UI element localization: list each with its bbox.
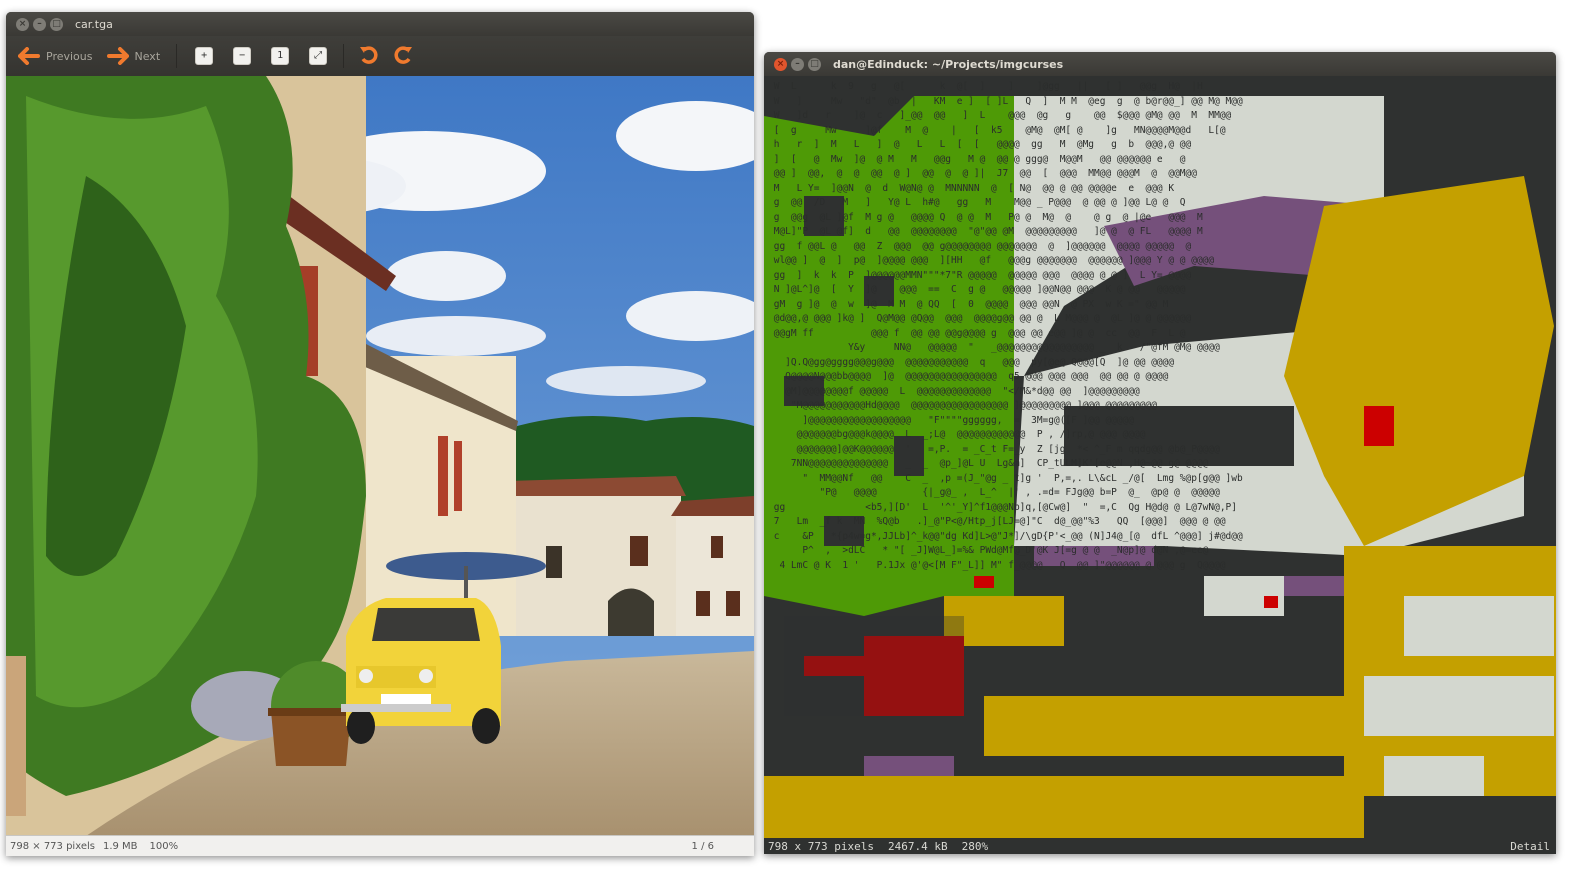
next-button[interactable]: Next <box>106 47 161 65</box>
image-index: 1 / 6 <box>691 840 714 852</box>
zoom-normal-icon[interactable]: 1 <box>271 47 290 65</box>
minimize-window-button[interactable]: – <box>791 57 804 71</box>
arrow-left-icon <box>18 47 40 65</box>
window-controls: × – □ <box>16 17 63 31</box>
close-window-button[interactable]: × <box>16 17 29 31</box>
viewer-titlebar: × – □ car.tga <box>6 12 754 36</box>
ascii-row: @d@@,@ @@@ ]k@ ] Q@M@@ @Q@@ @@@ @@@@g@@ … <box>768 313 1197 324</box>
ascii-row: h r ] M L ] @ L L [ [ @@@@ gg M @Mg g b … <box>768 139 1215 150</box>
term-dimensions: 798 x 773 pixels <box>768 839 874 853</box>
car-village-photo <box>6 76 754 836</box>
terminal-titlebar: × – □ dan@Edinduck: ~/Projects/imgcurses <box>764 52 1556 76</box>
rotate-left-icon[interactable] <box>358 44 380 69</box>
zoom-fit-icon[interactable]: ⤢ <box>309 47 328 65</box>
viewer-statusbar: 798 × 773 pixels 1.9 MB 100% 1 / 6 <box>6 835 754 856</box>
ascii-row: M@L]"P @L @f] d @@ @@@@@@@@ "@"@@ @M @@@… <box>768 226 1215 237</box>
ascii-row: W ] Mw "d" @b | KM e ] [ ]L Q ] M M @eg … <box>768 95 1249 107</box>
terminal-statusbar: 798 x 773 pixels 2467.4 kB 280% Detail <box>764 838 1556 854</box>
ascii-row: W ]d r ]@ c ]_@@ @@ ] L @@@ @g g @@ $@@@… <box>768 110 1237 121</box>
ascii-row: ]Q.Q@gg@gggg@@@g@@@ @@@@@@@@@@@ q @@@ py… <box>768 356 1180 368</box>
maximize-window-button[interactable]: □ <box>50 17 63 31</box>
zoom-level: 100% <box>149 840 179 852</box>
ascii-row: Q@@@@N@@@bb@@@@ ]@ @@@@@@@@@@@@@@@@ q5 @… <box>768 371 1175 382</box>
zoom-in-icon[interactable]: + <box>195 47 214 65</box>
term-zoom-level: 280% <box>961 839 989 853</box>
toolbar-separator <box>343 44 345 68</box>
ascii-row: gg f @@L @ @@ Z @@@ @@ g@@@@@@@@ @@@@@@@… <box>768 240 1197 252</box>
ascii-row: 7NN@@@@@@@@@@@@@@ _ _ @p_]@L U Lg&m] CP_… <box>768 458 1215 469</box>
viewer-toolbar: Previous Next + − 1 ⤢ <box>6 36 754 76</box>
ascii-row: gg ] k k P ]@@@@@@MMN"""*7"R @@@@@ @@@@@… <box>768 269 1197 281</box>
ascii-row: ] [ @ Mw ]@ @ M M @@g M @ @@ @ ggg@ M@@M… <box>768 153 1209 165</box>
ascii-row: N ]@L^]@ [ Y ]@ @@@ == C g @ @@@@@ ]@@N@… <box>768 284 1192 295</box>
ascii-row: [ g Mw ]@f M @ | [ k5 @M@ @M[ @ ]g MN@@@… <box>768 124 1232 136</box>
ascii-row: " MM@@Nf @@ C _ ,p =(J_"@g _ t]g ' P,=,.… <box>768 472 1260 484</box>
viewer-title: car.tga <box>75 17 113 31</box>
close-window-button[interactable]: × <box>774 57 787 71</box>
ascii-row: 4 LmC @ K 1 ' P.1Jx @'@<[M F"_L]] M" f_@… <box>768 559 1232 571</box>
terminal-window: × – □ dan@Edinduck: ~/Projects/imgcurses <box>764 52 1556 854</box>
file-size: 1.9 MB <box>102 840 138 852</box>
ascii-row: P^ , >dLC * "[ _J]W@L_]=%& PWd@Mf@_D'@K … <box>768 545 1215 556</box>
previous-label: Previous <box>46 49 93 63</box>
displayed-image <box>6 76 754 836</box>
ascii-row: W L k 9 g @[ k @[ ] ] ]@gg || [ ] @@g H@… <box>768 81 1220 92</box>
ascii-row: M L Y= ]@@N @ d W@N@ @ MNNNNN @ [ N@ @@ … <box>768 182 1186 194</box>
ascii-row: @@gM ff @@@ f @@ @@ @@g@@@@ g @@@ @@ e@@… <box>768 327 1192 339</box>
term-file-size: 2467.4 kB <box>887 839 948 853</box>
ascii-row: wl@@ ] @ ] p@ ]@@@@ @@@ ][HH @f @@@g @@@… <box>768 255 1215 266</box>
image-viewer-window: × – □ car.tga Previous Next + − 1 ⤢ 798 … <box>6 12 754 856</box>
zoom-out-icon[interactable]: − <box>233 47 252 65</box>
ascii-row: g @@g @L ]@f M g @ @@@@ Q @ @ M P@ @ M@ … <box>768 211 1220 223</box>
ascii-row: "P@ @@@@ {|_g@_ , L_^ |' , .=d= FJg@@ b=… <box>768 487 1226 498</box>
ascii-row: @@ ] @@, @ @ @@ @ ] @@ @ @ ]| J7 @@ [ @@… <box>768 168 1203 179</box>
ascii-art-render: W L k 9 g @[ k @[ ] ] ]@gg || [ ] @@g H@… <box>764 76 1556 838</box>
ascii-row: gg <b5,][D' L '^'_Y]^f1@@@Nb]q,[@Cw@] " … <box>768 501 1243 513</box>
ascii-row: @@@@@@@bg@@@k@@@@ L _;L@ @@@@@@@@@@@@ P … <box>768 429 1152 440</box>
term-mode: Detail <box>1510 839 1550 853</box>
ascii-row: @M]@@@@@@@@f @@@@@ L @@@@@@@@@@@@@ "</M&… <box>768 385 1146 397</box>
maximize-window-button[interactable]: □ <box>808 57 821 71</box>
ascii-row: @@@@@@@]@@K@@@@@@ ' =,P. = _C_t F=_y Z [… <box>768 443 1226 455</box>
ascii-row: "M@@@@@@@@@@@Hd@@@@ @@@@@@@@@@@@@@@@@ ]@… <box>768 400 1163 411</box>
rotate-right-icon[interactable] <box>392 44 414 69</box>
terminal-title: dan@Edinduck: ~/Projects/imgcurses <box>833 57 1064 71</box>
ascii-row: c &P *{p4w=g*,JJLb]^_k@@"dg Kd]L>@"J*]/\… <box>768 530 1249 542</box>
next-label: Next <box>134 49 161 63</box>
ascii-row: ]@@@@@@@@@@@@@@@@@@ "F""""gggggg, = 3M=g… <box>768 414 1140 426</box>
ascii-row: gM g ]@ @ w ]@ M M @ QQ [ 0 @@@@ @@@ @@N… <box>768 298 1175 310</box>
toolbar-separator <box>176 44 178 68</box>
ascii-row: 7 Lm _f k MN %Q@b .]_@"P<@/Htp_j[LJ=@]"C… <box>768 516 1232 527</box>
arrow-right-icon <box>106 47 129 65</box>
image-dimensions: 798 × 773 pixels <box>10 840 95 852</box>
window-controls: × – □ <box>774 57 821 71</box>
previous-button[interactable]: Previous <box>18 47 93 65</box>
ascii-row: Y&y NN@ @@@@@ " _@@@@@@@@@@@@@@@@@ _ k /… <box>768 342 1226 353</box>
ascii-text-overlay: W L k 9 g @[ k @[ ] ] ]@gg || [ ] @@g H@… <box>768 80 1548 573</box>
ascii-row: g @@ /D M ] Y@ L h#@ gg M M@@ _ P@@@ @ @… <box>768 197 1203 208</box>
minimize-window-button[interactable]: – <box>33 17 46 31</box>
